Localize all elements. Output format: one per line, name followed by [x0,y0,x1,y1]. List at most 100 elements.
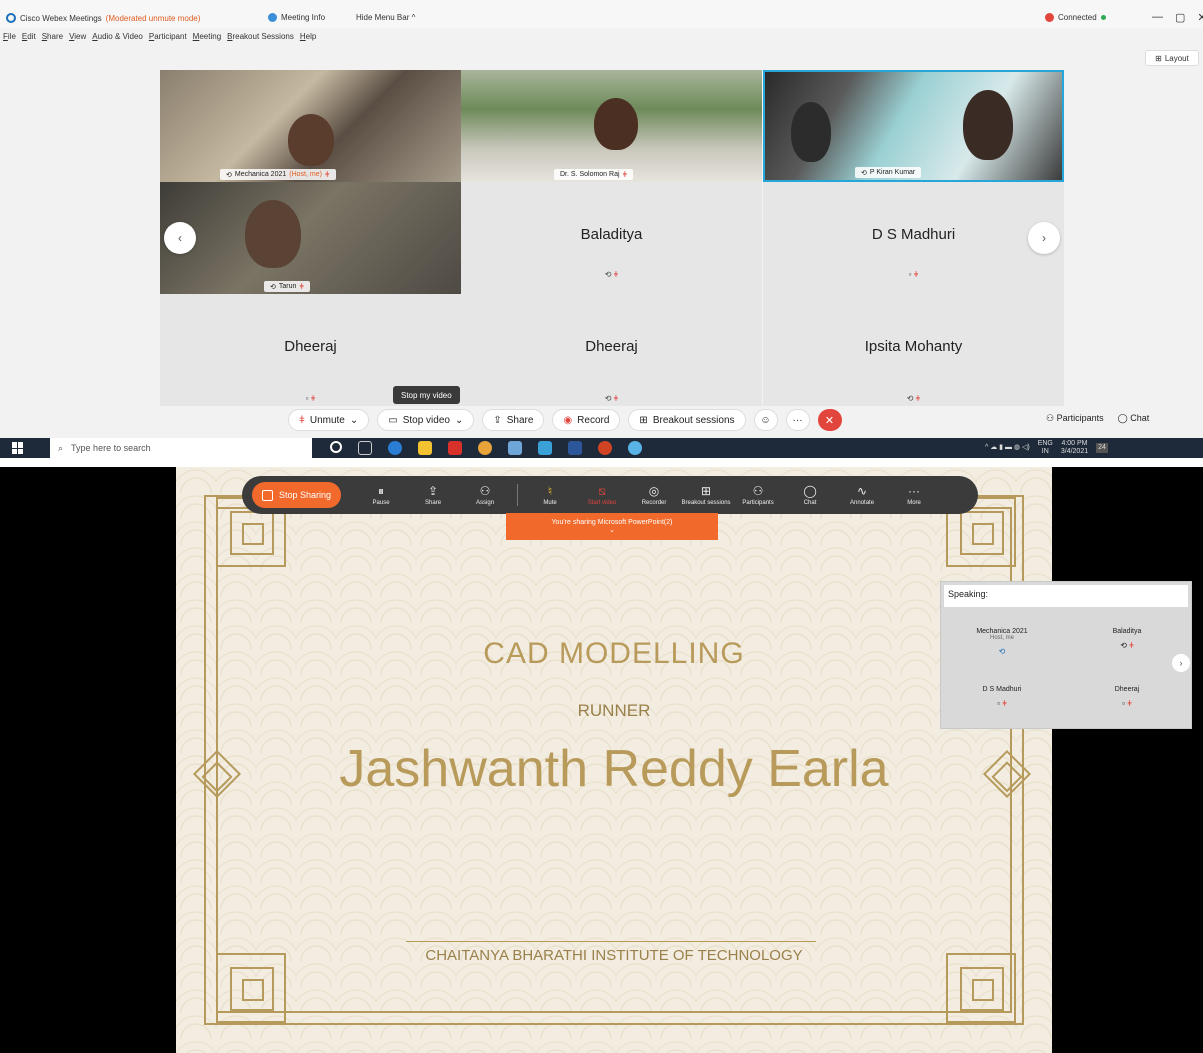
minimize-button[interactable]: — [1152,11,1163,24]
file-explorer-icon[interactable] [418,441,432,455]
recorder-button[interactable]: ◎ Recorder [628,485,680,506]
windows-start-button[interactable] [12,442,24,454]
meeting-info-button[interactable]: Meeting Info [268,13,325,22]
tile-nametag: ⟲ Mechanica 2021 (Host, me) ǂ [220,169,336,180]
mute-button[interactable]: ♮ Mute [524,485,576,506]
participants-button[interactable]: ⚇ Participants [732,485,784,506]
breakout-sessions-button[interactable]: ⊞ Breakout sessions [628,409,746,431]
more-button[interactable]: ··· More [888,485,940,506]
grid-prev-button[interactable]: ‹ [164,222,196,254]
host-label: (Host, me) [289,171,322,178]
mcafee-icon[interactable] [448,441,462,455]
language-indicator[interactable]: ENG IN [1038,440,1053,456]
breakout-sessions-button[interactable]: ⊞ Breakout sessions [680,485,732,506]
participants-icon: ⚇ [1046,413,1055,423]
grid-next-button[interactable]: › [1028,222,1060,254]
leave-meeting-button[interactable]: ✕ [817,409,842,431]
grid-icon: ⊞ [1155,53,1162,63]
stop-video-button[interactable]: ▭ Stop video ⌄ [377,409,475,431]
menu-view[interactable]: View [69,32,86,41]
share-label: Share [425,499,442,506]
reactions-button[interactable]: ☺ [753,409,778,431]
taskbar-search[interactable]: ⌕ Type here to search [50,438,312,458]
record-button[interactable]: ◉ Record [552,409,621,431]
webex-app-icon[interactable] [538,441,552,455]
clock[interactable]: 4:00 PM 3/4/2021 [1061,440,1088,456]
record-label: Record [577,414,610,426]
edge-browser-icon[interactable] [388,441,402,455]
video-tile[interactable]: ⟲ Mechanica 2021 (Host, me) ǂ [160,70,461,182]
menu-breakout-sessions[interactable]: Breakout Sessions [227,32,294,41]
assign-button[interactable]: ⚇ Assign [459,485,511,506]
audio-only-tile[interactable]: Baladitya ⟲ ǂ [461,182,762,294]
region-label: IN [1041,448,1049,455]
layout-button[interactable]: ⊞ Layout [1145,50,1199,66]
muted-mic-icon: ǂ [622,170,628,179]
chat-button[interactable]: ◯ Chat [784,485,836,506]
task-view-icon[interactable] [358,441,372,455]
participant-video [594,98,638,150]
cortana-icon[interactable] [330,441,342,453]
chevron-right-icon: › [1042,231,1046,245]
unmute-button[interactable]: ǂ Unmute ⌄ [288,409,370,431]
menu-edit[interactable]: Edit [22,32,36,41]
menu-file[interactable]: File [3,32,16,41]
close-button[interactable]: ✕ [1197,11,1203,24]
connection-status[interactable]: Connected [1045,13,1106,22]
recorder-icon: ◎ [648,483,660,498]
video-camera-icon: ▭ [388,414,398,426]
video-tile-active-speaker[interactable]: ⟲ P Kiran Kumar [763,70,1064,182]
chat-label: Chat [803,499,817,506]
start-video-button[interactable]: ⧅ Start video [576,485,628,506]
sharing-banner[interactable]: You're sharing Microsoft PowerPoint(2) ⌄ [506,513,718,540]
speaking-participant[interactable]: Dheeraj ▫ ǂ [1066,686,1188,708]
webex-meeting-icon[interactable] [628,441,642,455]
video-tile[interactable]: Dr. S. Solomon Raj ǂ [461,70,762,182]
chevron-down-icon[interactable]: ⌄ [455,415,463,426]
app-icon[interactable] [508,441,522,455]
tile-status-icons: ⟲ ǂ [763,394,1064,403]
hide-menu-bar-button[interactable]: Hide Menu Bar ^ [356,13,415,22]
maximize-button[interactable]: ▢ [1175,11,1185,24]
chevron-down-icon[interactable]: ⌄ [350,415,358,426]
search-placeholder: Type here to search [71,443,151,453]
tile-status-icons: ▫ ǂ [763,270,1064,279]
notification-badge[interactable]: 24 [1096,443,1108,453]
chat-button[interactable]: ◯ Chat [1118,413,1150,424]
chrome-icon[interactable] [478,441,492,455]
audio-only-tile[interactable]: D S Madhuri ▫ ǂ [763,182,1064,294]
chat-icon: ◯ [1117,413,1128,423]
pause-icon: ⏸ [378,483,385,498]
muted-mic-icon: ǂ [1129,641,1134,650]
tray-icons[interactable]: ^ ☁ ▮ ▬ ◍ ◁) [985,444,1030,452]
stop-video-label: Stop video [402,414,450,426]
share-icon: ⇪ [428,483,439,498]
speaking-participant[interactable]: D S Madhuri ▫ ǂ [941,686,1063,708]
speaking-next-button[interactable]: › [1172,654,1190,672]
audio-only-tile[interactable]: Ipsita Mohanty ⟲ ǂ [763,294,1064,406]
video-tile[interactable]: ⟲ Tarun ǂ [160,182,461,294]
more-options-button[interactable]: ··· [785,409,810,431]
participant-name: D S Madhuri [982,686,1022,693]
menu-audio-video[interactable]: Audio & Video [92,32,143,41]
participant-name: Dheeraj [1114,686,1140,693]
participants-button[interactable]: ⚇ Participants [1046,413,1104,424]
share-button[interactable]: ⇪ Share [407,485,459,506]
menu-help[interactable]: Help [300,32,316,41]
speaking-participant[interactable]: Mechanica 2021 Host, me ⟲ [941,628,1063,656]
audio-icon: ⟲ [270,283,276,291]
annotate-button[interactable]: ∿ Annotate [836,485,888,506]
stop-sharing-button[interactable]: Stop Sharing [252,482,342,508]
audio-only-tile[interactable]: Dheeraj ⟲ ǂ [461,294,762,406]
speaking-participant[interactable]: Baladitya ⟲ ǂ [1066,628,1188,650]
word-icon[interactable] [568,441,582,455]
menu-participant[interactable]: Participant [149,32,187,41]
powerpoint-icon[interactable] [598,441,612,455]
share-button[interactable]: ⇪ Share [482,409,545,431]
pause-button[interactable]: ⏸ Pause [355,485,407,506]
menu-share[interactable]: Share [42,32,63,41]
chevron-down-icon[interactable]: ⌄ [609,527,615,534]
panel-controls: ⚇ Participants ◯ Chat [1046,413,1149,424]
tile-name: Dr. S. Solomon Raj [560,171,620,178]
menu-meeting[interactable]: Meeting [193,32,221,41]
